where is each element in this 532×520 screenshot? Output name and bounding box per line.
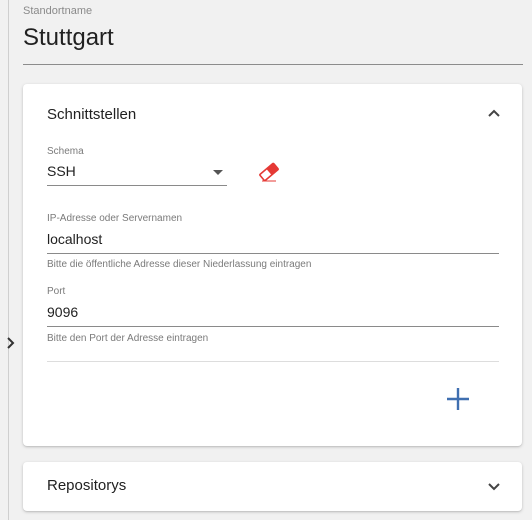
interfaces-panel-title[interactable]: Schnittstellen: [47, 106, 136, 123]
chevron-right-icon[interactable]: [4, 334, 18, 352]
host-input[interactable]: localhost: [47, 231, 102, 247]
host-label: IP-Adresse oder Servernamen: [47, 213, 183, 224]
port-hint: Bitte den Port der Adresse eintragen: [47, 333, 209, 344]
schema-label: Schema: [47, 146, 84, 157]
plus-icon[interactable]: [443, 384, 473, 414]
host-hint: Bitte die öffentliche Adresse dieser Nie…: [47, 259, 312, 270]
host-underline: [47, 253, 499, 254]
location-name-underline: [23, 64, 523, 65]
port-input[interactable]: 9096: [47, 304, 78, 320]
schema-select[interactable]: SSH: [47, 163, 76, 179]
chevron-down-icon[interactable]: [487, 482, 501, 492]
location-name-label: Standortname: [23, 5, 93, 17]
chevron-up-icon[interactable]: [487, 108, 501, 118]
location-name-input[interactable]: Stuttgart: [23, 24, 114, 52]
dropdown-arrow-icon[interactable]: [213, 170, 223, 175]
interfaces-panel: Schnittstellen Schema SSH IP-Adresse ode…: [23, 84, 522, 446]
interfaces-divider: [47, 361, 499, 362]
eraser-icon[interactable]: [257, 160, 281, 184]
port-underline: [47, 326, 499, 327]
side-drawer-edge: [0, 0, 9, 520]
port-label: Port: [47, 286, 66, 297]
repositories-panel[interactable]: Repositorys: [23, 462, 522, 511]
schema-underline: [47, 185, 227, 186]
repositories-panel-title[interactable]: Repositorys: [47, 477, 126, 494]
